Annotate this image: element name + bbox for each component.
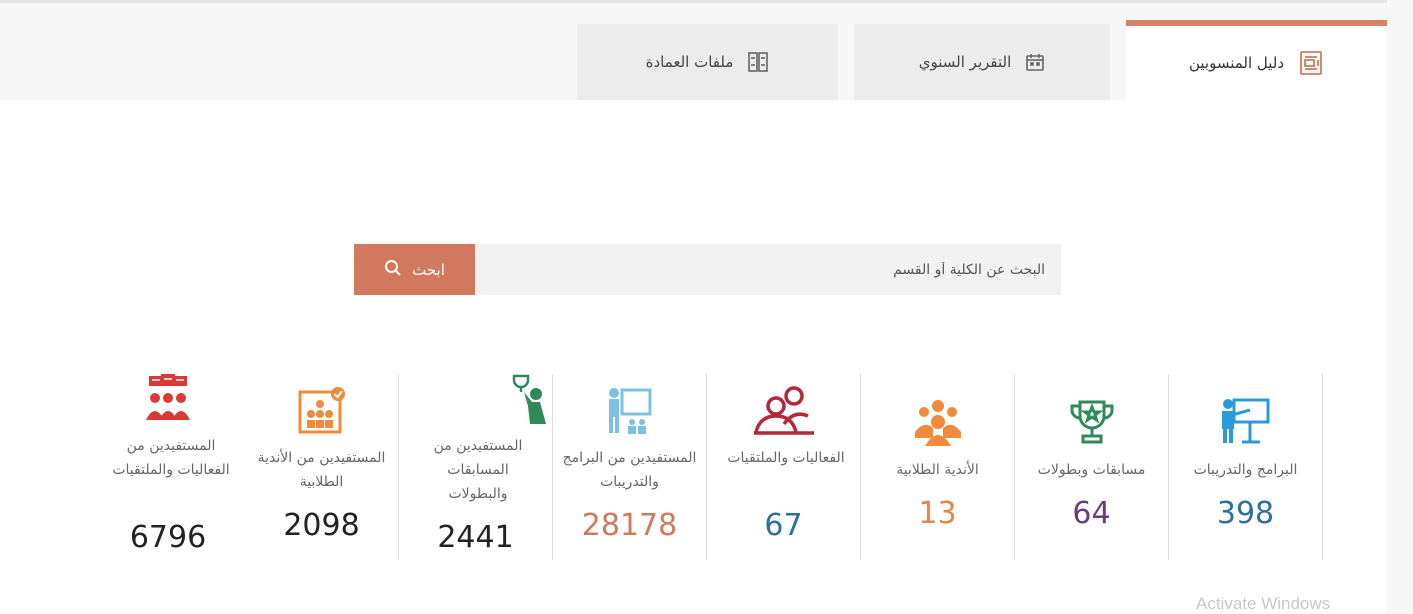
document-icon <box>1298 50 1324 76</box>
search-icon <box>384 259 402 281</box>
tab-label: التقرير السنوي <box>918 53 1012 71</box>
group-icon <box>861 374 1014 446</box>
tab-annual-report[interactable]: التقرير السنوي <box>854 24 1110 100</box>
stat-value: 2441 <box>437 520 514 555</box>
stat-event-beneficiaries: المستفيدين من الفعاليات والملتقيات 6796 <box>91 374 245 560</box>
trainer-board-icon <box>553 374 706 436</box>
stat-label: المستفيدين من الفعاليات والملتقيات <box>112 438 230 478</box>
search-input[interactable] <box>475 244 1061 295</box>
stat-program-beneficiaries: المستفيدين من البرامج والتدريبات 28178 <box>553 374 707 560</box>
stat-competitions: مسابقات وبطولات 64 <box>1015 374 1169 560</box>
stat-value: 2098 <box>283 508 360 543</box>
stat-label: الأندية الطلابية <box>896 462 979 478</box>
calendar-icon <box>1025 52 1045 72</box>
activate-windows-watermark: Activate Windows <box>1196 594 1331 613</box>
presenter-board-icon <box>1169 374 1322 446</box>
tab-deanship-files[interactable]: ملفات العمادة <box>577 24 838 100</box>
binders-icon <box>747 51 769 73</box>
stat-label: المستفيدين من المسابقات والبطولات <box>433 438 523 502</box>
stat-label: المستفيدين من الأندية الطلابية <box>257 450 386 490</box>
stat-value: 28178 <box>581 508 678 543</box>
stat-label: مسابقات وبطولات <box>1037 462 1146 478</box>
stat-value: 398 <box>1216 496 1275 531</box>
stat-value: 67 <box>764 508 803 543</box>
club-members-icon <box>245 374 398 434</box>
top-divider <box>0 0 1413 3</box>
stat-label: الفعاليات والملتقيات <box>727 450 845 466</box>
tab-label: ملفات العمادة <box>645 53 734 71</box>
scroll-gutter <box>1387 0 1413 614</box>
stat-programs: البرامج والتدريبات 398 <box>1169 374 1323 560</box>
stat-club-beneficiaries: المستفيدين من الأندية الطلابية 2098 <box>245 374 399 560</box>
audience-icon <box>91 374 245 422</box>
stat-value: 13 <box>918 496 957 531</box>
people-outline-icon <box>707 374 860 436</box>
search-button[interactable]: ابحث <box>354 244 475 295</box>
stat-value: 6796 <box>129 520 207 555</box>
stat-label: المستفيدين من البرامج والتدريبات <box>562 450 697 490</box>
stat-value: 64 <box>1072 496 1111 531</box>
tab-label: دليل المنسوبين <box>1188 54 1285 72</box>
tab-staff-guide[interactable]: دليل المنسوبين <box>1126 20 1387 100</box>
stat-competition-beneficiaries: المستفيدين من المسابقات والبطولات 2441 <box>399 374 553 560</box>
stat-events: الفعاليات والملتقيات 67 <box>707 374 861 560</box>
winner-cup-icon <box>399 374 552 424</box>
trophy-icon <box>1015 374 1168 446</box>
search-bar: ابحث <box>354 244 1061 295</box>
search-button-label: ابحث <box>412 260 445 279</box>
stat-label: البرامج والتدريبات <box>1193 462 1298 478</box>
stat-clubs: الأندية الطلابية 13 <box>861 374 1015 560</box>
